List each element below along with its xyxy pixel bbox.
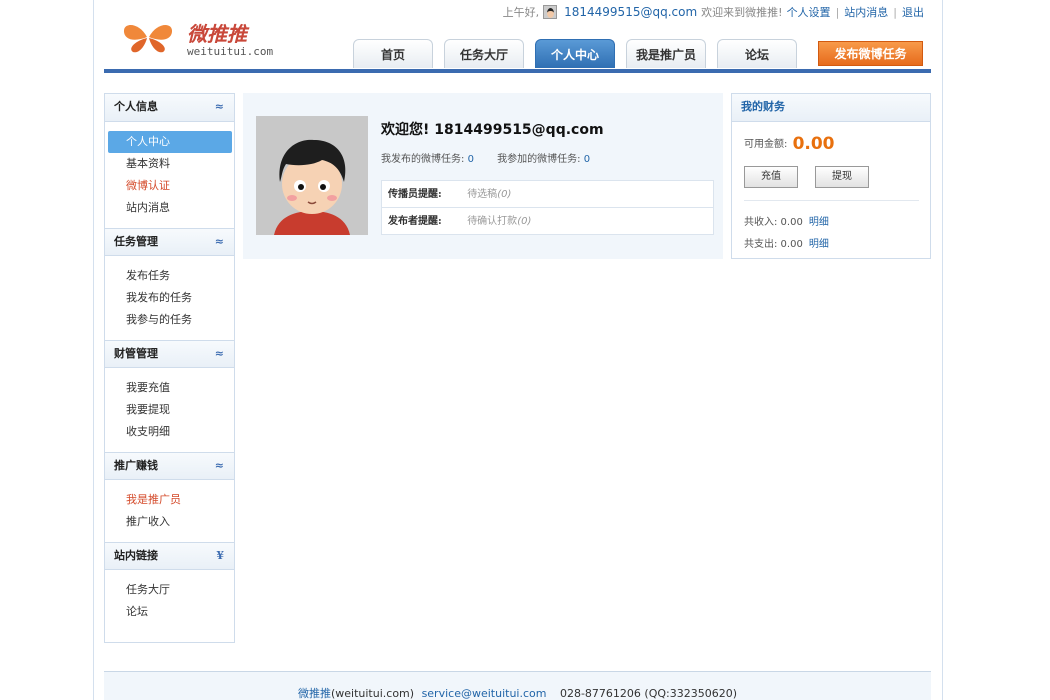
published-tasks-label: 我发布的微博任务:	[381, 154, 465, 165]
sidebar-item-withdraw[interactable]: 我要提现	[108, 399, 232, 421]
chevron-up-icon[interactable]: ≈	[215, 229, 224, 255]
footer-email-link[interactable]: service@weituitui.com	[422, 687, 547, 700]
chevron-up-icon[interactable]: ≈	[215, 341, 224, 367]
separator: |	[893, 5, 897, 19]
sidebar-item-transactions[interactable]: 收支明细	[108, 421, 232, 443]
footer-site-link[interactable]: 微推推	[298, 687, 331, 700]
sidebar-section-promotion[interactable]: 推广赚钱 ≈	[105, 452, 234, 480]
site-logo[interactable]: 微推推 weituitui.com	[121, 14, 281, 64]
footer: 微推推(weituitui.com) service@weituitui.com…	[104, 672, 931, 700]
reminder-row: 发布者提醒: 待确认打款(0)	[382, 208, 713, 235]
tab-task-hall[interactable]: 任务大厅	[444, 39, 524, 68]
sidebar-item-promotion-income[interactable]: 推广收入	[108, 511, 232, 533]
sidebar-item-recharge[interactable]: 我要充值	[108, 377, 232, 399]
expense-detail-link[interactable]: 明细	[809, 239, 829, 250]
sidebar-item-forum[interactable]: 论坛	[108, 601, 232, 623]
reminders-box: 传播员提醒: 待选稿(0) 发布者提醒: 待确认打款(0)	[381, 180, 714, 235]
main-nav: 首页 任务大厅 个人中心 我是推广员 论坛	[353, 39, 808, 69]
joined-tasks-label: 我参加的微博任务:	[497, 154, 581, 165]
expense-line: 共支出: 0.00 明细	[744, 235, 829, 250]
sidebar-item-my-published-tasks[interactable]: 我发布的任务	[108, 287, 232, 309]
tab-personal-center[interactable]: 个人中心	[535, 39, 615, 68]
personal-settings-link[interactable]: 个人设置	[787, 4, 831, 20]
sidebar-item-basic-info[interactable]: 基本资料	[108, 153, 232, 175]
welcome-text: 欢迎来到微推推!	[701, 6, 783, 19]
balance-amount: 0.00	[792, 134, 835, 154]
logout-link[interactable]: 退出	[902, 4, 924, 20]
sidebar-section-finance[interactable]: 财管管理 ≈	[105, 340, 234, 368]
reminder-label: 传播员提醒:	[388, 189, 442, 200]
finance-title: 我的财务	[732, 94, 930, 122]
task-stats: 我发布的微博任务: 0 我参加的微博任务: 0	[381, 150, 610, 165]
user-email: 1814499515@qq.com	[564, 5, 698, 19]
reminder-label: 发布者提醒:	[388, 216, 442, 227]
section-title: 推广赚钱	[114, 459, 158, 472]
recharge-button[interactable]: 充值	[744, 166, 798, 188]
sidebar: 个人信息 ≈ 个人中心 基本资料 微博认证 站内消息 任务管理 ≈ 发布任务 我…	[104, 93, 235, 643]
balance: 可用金额: 0.00	[744, 134, 835, 154]
withdraw-button[interactable]: 提现	[815, 166, 869, 188]
income-label: 共收入: 0.00	[744, 217, 803, 228]
tab-forum[interactable]: 论坛	[717, 39, 797, 68]
reminder-value[interactable]: 待确认打款(0)	[467, 216, 531, 227]
section-title: 站内链接	[114, 549, 158, 562]
income-detail-link[interactable]: 明细	[809, 217, 829, 228]
balance-label: 可用金额:	[744, 139, 788, 150]
divider	[744, 200, 919, 201]
finance-panel: 我的财务 可用金额: 0.00 充值 提现 共收入: 0.00 明细 共支出: 0…	[731, 93, 931, 259]
greeting-text: 上午好,	[502, 6, 540, 19]
sidebar-section-site-links[interactable]: 站内链接 ¥	[105, 542, 234, 570]
butterfly-icon	[123, 25, 173, 53]
joined-tasks-count[interactable]: 0	[584, 154, 590, 165]
top-user-bar: 上午好, 1814499515@qq.com 欢迎来到微推推! 个人设置 | 站…	[503, 4, 924, 20]
section-title: 个人信息	[114, 100, 158, 113]
section-title: 任务管理	[114, 235, 158, 248]
chevron-up-icon[interactable]: ≈	[215, 94, 224, 120]
expense-label: 共支出: 0.00	[744, 239, 803, 250]
footer-contact: 028-87761206 (QQ:332350620)	[559, 687, 738, 700]
sidebar-item-task-hall[interactable]: 任务大厅	[108, 579, 232, 601]
reminder-value[interactable]: 待选稿(0)	[467, 189, 511, 200]
published-tasks-count[interactable]: 0	[468, 154, 474, 165]
tab-home[interactable]: 首页	[353, 39, 433, 68]
logo-domain: weituitui.com	[187, 45, 274, 58]
sidebar-item-publish-task[interactable]: 发布任务	[108, 265, 232, 287]
separator: |	[835, 5, 840, 19]
logo-text: 微推推	[187, 22, 247, 46]
welcome-heading: 欢迎您! 1814499515@qq.com	[381, 122, 604, 138]
footer-domain: (weituitui.com)	[330, 687, 415, 700]
chevron-down-icon[interactable]: ¥	[216, 543, 224, 569]
income-line: 共收入: 0.00 明细	[744, 213, 829, 228]
section-title: 财管管理	[114, 347, 158, 360]
site-messages-link[interactable]: 站内消息	[844, 4, 888, 20]
nav-underline	[104, 69, 931, 73]
tab-promoter[interactable]: 我是推广员	[626, 39, 706, 68]
sidebar-section-personal-info[interactable]: 个人信息 ≈	[105, 94, 234, 122]
user-avatar-small	[543, 5, 558, 19]
sidebar-item-promoter[interactable]: 我是推广员	[108, 489, 232, 511]
chevron-up-icon[interactable]: ≈	[215, 453, 224, 479]
sidebar-item-messages[interactable]: 站内消息	[108, 197, 232, 219]
publish-weibo-task-button[interactable]: 发布微博任务	[818, 41, 923, 66]
profile-panel: 欢迎您! 1814499515@qq.com 我发布的微博任务: 0 我参加的微…	[243, 93, 723, 259]
sidebar-section-task-management[interactable]: 任务管理 ≈	[105, 228, 234, 256]
reminder-row: 传播员提醒: 待选稿(0)	[382, 181, 713, 208]
sidebar-item-my-joined-tasks[interactable]: 我参与的任务	[108, 309, 232, 331]
sidebar-item-personal-center[interactable]: 个人中心	[108, 131, 232, 153]
avatar	[256, 116, 368, 235]
sidebar-item-weibo-verify[interactable]: 微博认证	[108, 175, 232, 197]
